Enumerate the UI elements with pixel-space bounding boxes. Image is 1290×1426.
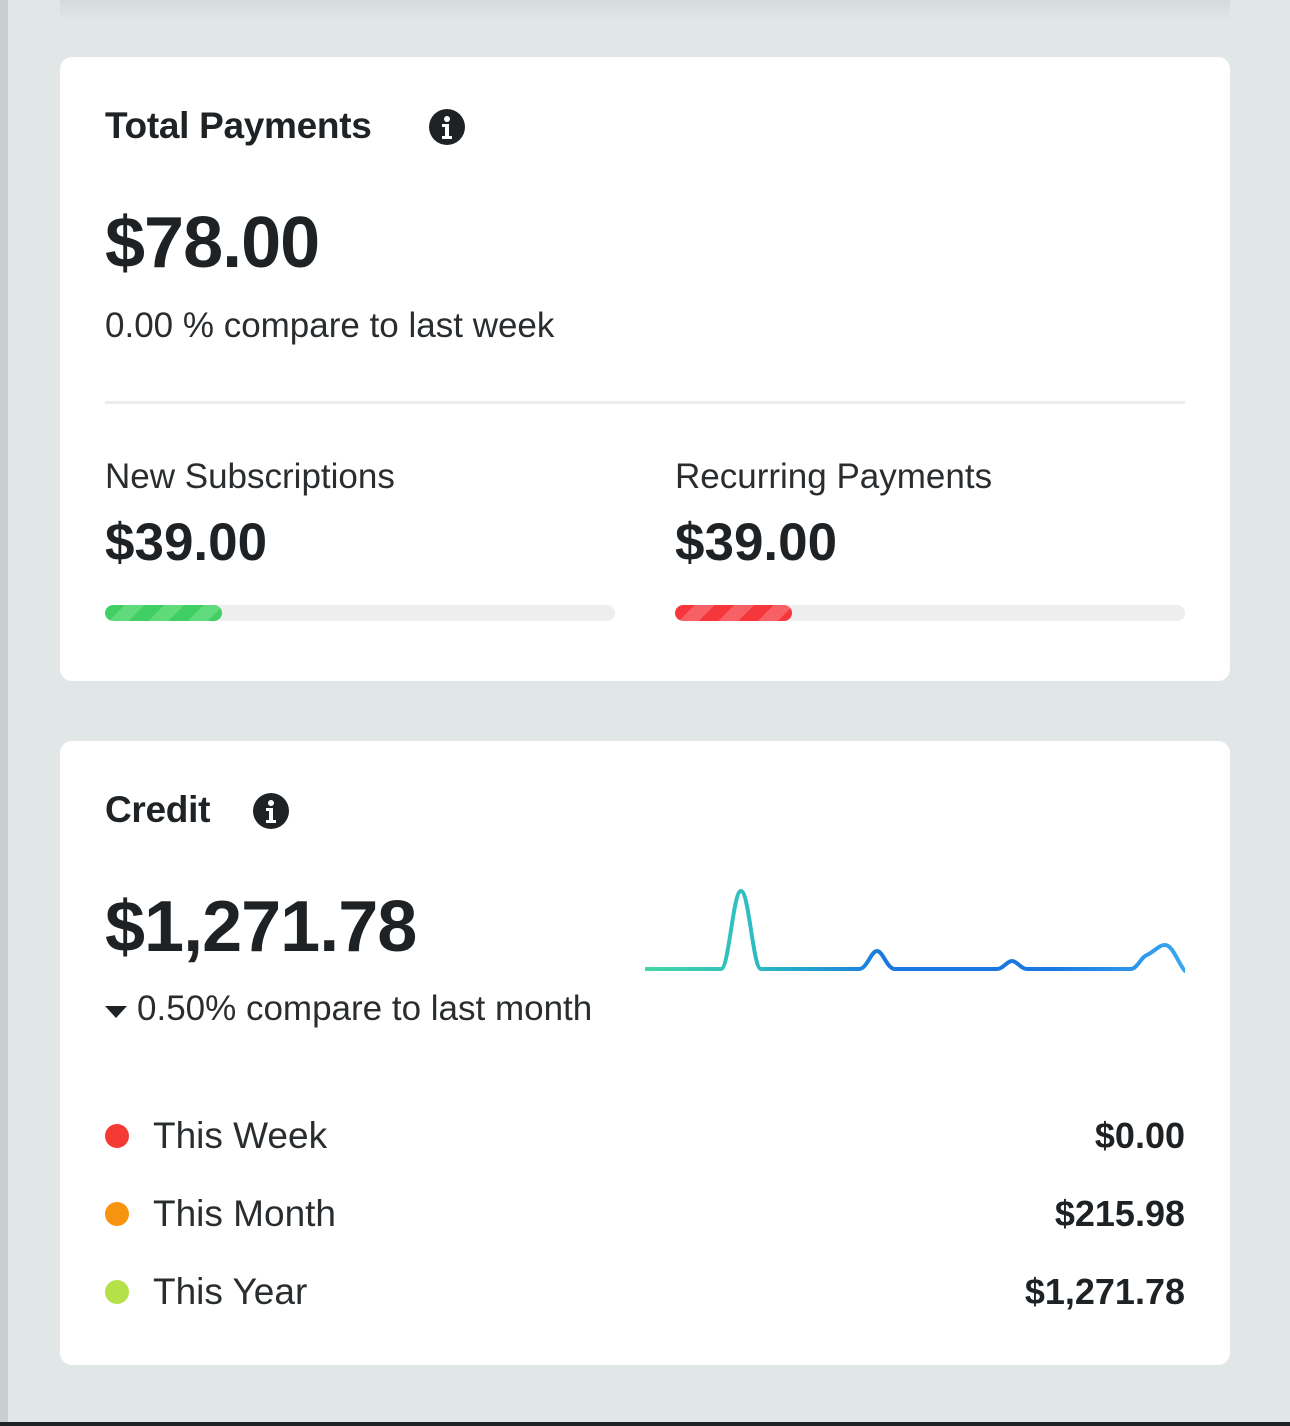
legend-label: This Month	[153, 1193, 337, 1234]
new-subscriptions-amount: $39.00	[105, 513, 268, 572]
section-divider	[105, 401, 1185, 404]
card-title: Total Payments	[105, 105, 372, 146]
weekly-compare-text: 0.00 % compare to last week	[105, 306, 555, 345]
legend-item: This Week $0.00	[105, 1111, 1185, 1161]
header-shadow	[60, 0, 1230, 22]
legend-dot	[105, 1124, 129, 1148]
new-subscriptions-progress	[105, 605, 615, 621]
legend-value: $215.98	[1054, 1193, 1185, 1234]
legend-value: $1,271.78	[1024, 1271, 1185, 1312]
new-subscriptions-progress-fill	[105, 605, 223, 621]
legend-value: $0.00	[1094, 1115, 1185, 1156]
bottom-border	[0, 1422, 1290, 1426]
legend-label: This Week	[153, 1115, 328, 1156]
monthly-compare-text: 0.50% compare to last month	[137, 989, 593, 1028]
legend-dot	[105, 1280, 129, 1304]
recurring-payments-amount: $39.00	[675, 513, 838, 572]
credit-sparkline	[645, 889, 1185, 973]
window-edge	[0, 0, 8, 1426]
recurring-payments-progress	[675, 605, 1185, 621]
credit-amount: $1,271.78	[105, 887, 417, 967]
card-title: Credit	[105, 789, 211, 830]
info-icon[interactable]	[253, 793, 289, 829]
total-payments-amount: $78.00	[105, 203, 320, 283]
credit-card: Credit $1,271.78 0.50% compare to last m…	[60, 741, 1230, 1365]
recurring-payments-label: Recurring Payments	[675, 457, 993, 496]
info-icon[interactable]	[429, 109, 465, 145]
legend-label: This Year	[153, 1271, 308, 1312]
legend-item: This Year $1,271.78	[105, 1267, 1185, 1317]
payments-sparkline	[645, 294, 1185, 298]
recurring-payments-progress-fill	[675, 605, 793, 621]
new-subscriptions-label: New Subscriptions	[105, 457, 395, 496]
caret-down-icon	[105, 1006, 127, 1018]
total-payments-card: Total Payments $78.00 0.00 % compare to …	[60, 57, 1230, 681]
legend-item: This Month $215.98	[105, 1189, 1185, 1239]
legend-dot	[105, 1202, 129, 1226]
